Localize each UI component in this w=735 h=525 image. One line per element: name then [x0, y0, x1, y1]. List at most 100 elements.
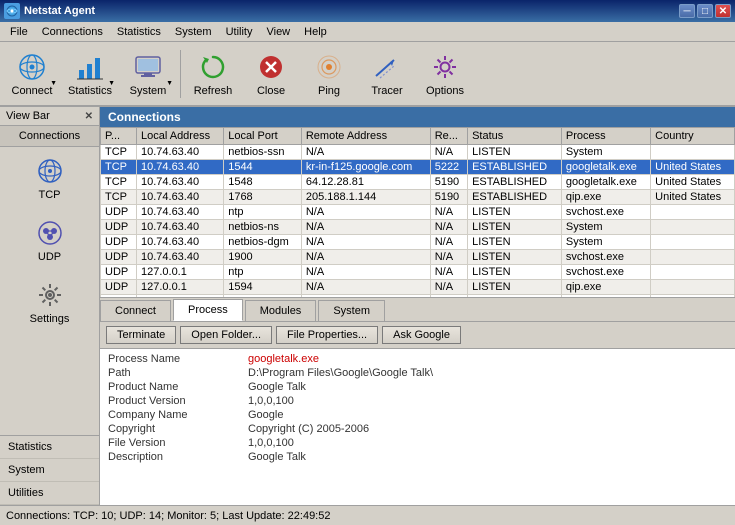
- table-cell: 10.74.63.40: [136, 145, 223, 160]
- table-row[interactable]: UDP10.74.63.40ntpN/AN/ALISTENsvchost.exe: [101, 205, 735, 220]
- table-cell: N/A: [301, 250, 430, 265]
- toolbar-separator: [180, 50, 181, 98]
- table-cell: 5190: [430, 190, 467, 205]
- close-button[interactable]: ✕: [715, 4, 731, 18]
- connections-table-scroll[interactable]: P... Local Address Local Port Remote Add…: [100, 127, 735, 297]
- file-properties-button[interactable]: File Properties...: [276, 326, 378, 344]
- toolbar-btn-close[interactable]: Close: [243, 46, 299, 102]
- col-local-addr[interactable]: Local Address: [136, 128, 223, 145]
- table-cell: UDP: [101, 235, 137, 250]
- tcp-label: TCP: [39, 189, 61, 201]
- menu-bar: FileConnectionsStatisticsSystemUtilityVi…: [0, 22, 735, 42]
- main-area: View Bar ✕ Connections TCP: [0, 107, 735, 505]
- toolbar-btn-connect[interactable]: Connect▼: [4, 46, 60, 102]
- menu-item-connections[interactable]: Connections: [36, 25, 109, 39]
- col-remote-port[interactable]: Re...: [430, 128, 467, 145]
- toolbar-btn-options[interactable]: Options: [417, 46, 473, 102]
- sidebar-utilities[interactable]: Utilities: [0, 482, 99, 505]
- tab-modules[interactable]: Modules: [245, 300, 317, 321]
- toolbar-btn-tracer[interactable]: Tracer: [359, 46, 415, 102]
- table-row[interactable]: UDP127.0.0.1ntpN/AN/ALISTENsvchost.exe: [101, 265, 735, 280]
- toolbar-btn-statistics[interactable]: Statistics▼: [62, 46, 118, 102]
- col-protocol[interactable]: P...: [101, 128, 137, 145]
- table-row[interactable]: TCP10.74.63.401544kr-in-f125.google.com5…: [101, 160, 735, 175]
- table-cell: United States: [651, 190, 735, 205]
- connections-table: P... Local Address Local Port Remote Add…: [100, 127, 735, 297]
- sidebar-close-button[interactable]: ✕: [85, 111, 93, 122]
- table-cell: N/A: [430, 145, 467, 160]
- table-row[interactable]: TCP10.74.63.401768205.188.1.1445190ESTAB…: [101, 190, 735, 205]
- options-icon: [429, 51, 461, 83]
- table-cell: TCP: [101, 160, 137, 175]
- toolbar-btn-refresh[interactable]: Refresh: [185, 46, 241, 102]
- open-folder-button[interactable]: Open Folder...: [180, 326, 272, 344]
- table-cell: System: [561, 235, 650, 250]
- ping-label: Ping: [318, 85, 340, 97]
- col-process[interactable]: Process: [561, 128, 650, 145]
- table-cell: N/A: [301, 205, 430, 220]
- tabs-row: Connect Process Modules System: [100, 298, 735, 322]
- col-country[interactable]: Country: [651, 128, 735, 145]
- title-bar-buttons: ─ □ ✕: [679, 4, 731, 18]
- terminate-button[interactable]: Terminate: [106, 326, 176, 344]
- table-cell: 1544: [224, 160, 302, 175]
- tab-connect[interactable]: Connect: [100, 300, 171, 321]
- sidebar-item-tcp[interactable]: TCP: [0, 147, 99, 209]
- table-cell: N/A: [301, 280, 430, 295]
- menu-item-utility[interactable]: Utility: [220, 25, 259, 39]
- table-row[interactable]: TCP10.74.63.40154864.12.28.815190ESTABLI…: [101, 175, 735, 190]
- actions-row: Terminate Open Folder... File Properties…: [100, 322, 735, 349]
- table-cell: [651, 250, 735, 265]
- tab-process[interactable]: Process: [173, 299, 243, 321]
- table-cell: qip.exe: [561, 190, 650, 205]
- table-cell: N/A: [430, 220, 467, 235]
- process-info: Process Namegoogletalk.exePathD:\Program…: [100, 349, 735, 469]
- minimize-button[interactable]: ─: [679, 4, 695, 18]
- table-cell: [651, 235, 735, 250]
- sidebar-item-udp[interactable]: UDP: [0, 209, 99, 271]
- table-cell: N/A: [430, 250, 467, 265]
- table-row[interactable]: TCP10.74.63.40netbios-ssnN/AN/ALISTENSys…: [101, 145, 735, 160]
- table-cell: N/A: [301, 145, 430, 160]
- table-cell: 10.74.63.40: [136, 205, 223, 220]
- menu-item-statistics[interactable]: Statistics: [111, 25, 167, 39]
- sidebar-item-settings[interactable]: Settings: [0, 271, 99, 333]
- table-cell: N/A: [430, 265, 467, 280]
- table-row[interactable]: UDP127.0.0.11594N/AN/ALISTENqip.exe: [101, 280, 735, 295]
- table-row[interactable]: UDP10.74.63.401900N/AN/ALISTENsvchost.ex…: [101, 250, 735, 265]
- table-cell: [651, 205, 735, 220]
- col-remote-addr[interactable]: Remote Address: [301, 128, 430, 145]
- table-cell: ESTABLISHED: [468, 175, 562, 190]
- process-field-value: D:\Program Files\Google\Google Talk\: [248, 367, 433, 379]
- table-cell: netbios-ns: [224, 220, 302, 235]
- maximize-button[interactable]: □: [697, 4, 713, 18]
- tab-system[interactable]: System: [318, 300, 385, 321]
- menu-item-file[interactable]: File: [4, 25, 34, 39]
- table-header-row: P... Local Address Local Port Remote Add…: [101, 128, 735, 145]
- table-row[interactable]: UDP10.74.63.40netbios-dgmN/AN/ALISTENSys…: [101, 235, 735, 250]
- table-cell: LISTEN: [468, 250, 562, 265]
- sidebar-viewbar: View Bar ✕: [0, 107, 99, 126]
- table-row[interactable]: UDP10.74.63.40netbios-nsN/AN/ALISTENSyst…: [101, 220, 735, 235]
- sidebar-statistics[interactable]: Statistics: [0, 436, 99, 459]
- menu-item-view[interactable]: View: [260, 25, 296, 39]
- table-cell: LISTEN: [468, 235, 562, 250]
- ping-icon: [313, 51, 345, 83]
- menu-item-help[interactable]: Help: [298, 25, 333, 39]
- connections-header: Connections: [100, 107, 735, 127]
- toolbar-btn-system[interactable]: System▼: [120, 46, 176, 102]
- statistics-icon: [74, 51, 106, 83]
- col-local-port[interactable]: Local Port: [224, 128, 302, 145]
- toolbar-btn-ping[interactable]: Ping: [301, 46, 357, 102]
- col-status[interactable]: Status: [468, 128, 562, 145]
- table-cell: UDP: [101, 205, 137, 220]
- table-cell: [651, 145, 735, 160]
- statistics-label: Statistics: [68, 85, 112, 97]
- ask-google-button[interactable]: Ask Google: [382, 326, 461, 344]
- process-field-label: Product Version: [108, 395, 248, 407]
- sidebar-system[interactable]: System: [0, 459, 99, 482]
- menu-item-system[interactable]: System: [169, 25, 218, 39]
- process-row: DescriptionGoogle Talk: [108, 451, 727, 463]
- table-cell: 1594: [224, 280, 302, 295]
- process-row: Product NameGoogle Talk: [108, 381, 727, 393]
